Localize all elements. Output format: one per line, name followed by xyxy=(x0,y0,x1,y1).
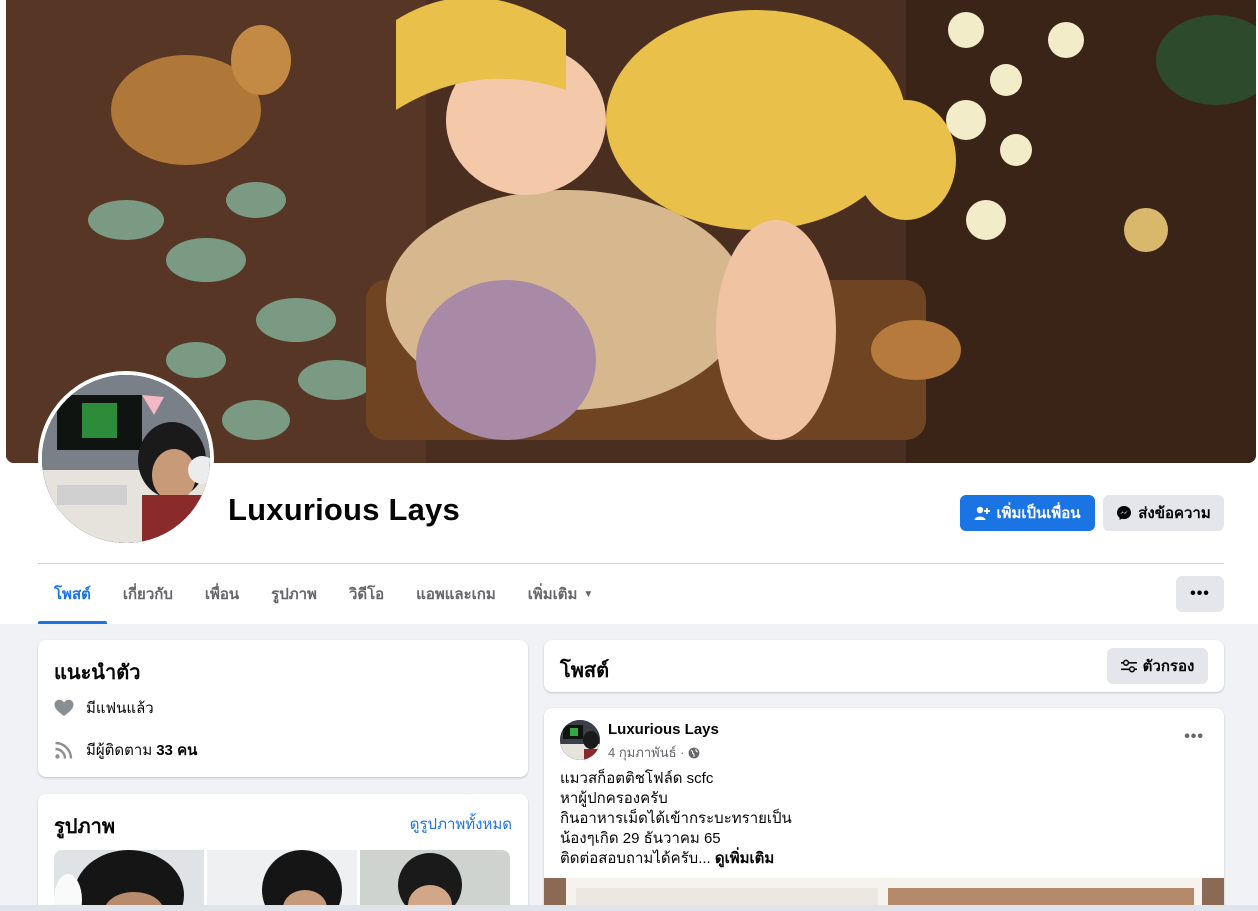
filter-button[interactable]: ตัวกรอง xyxy=(1107,648,1208,684)
cover-photo-art xyxy=(6,0,1256,463)
filter-label: ตัวกรอง xyxy=(1142,658,1195,675)
more-options-button[interactable]: ••• xyxy=(1176,576,1224,612)
followers-prefix: มีผู้ติดตาม xyxy=(86,742,153,759)
post-line: แมวสก็อตติชโฟล์ด scfc xyxy=(560,770,714,787)
posts-header-card: โพสต์ ตัวกรอง xyxy=(544,640,1224,692)
tab-label: เกี่ยวกับ xyxy=(122,586,173,603)
tab-label: รูปภาพ xyxy=(271,586,317,603)
profile-name: Luxurious Lays xyxy=(228,492,460,527)
tab-label: เพื่อน xyxy=(204,586,240,603)
photos-card: รูปภาพ ดูรูปภาพทั้งหมด xyxy=(38,794,528,911)
tab-posts[interactable]: โพสต์ xyxy=(38,564,107,624)
see-more-link[interactable]: ดูเพิ่มเติม xyxy=(715,850,774,867)
globe-icon xyxy=(688,747,700,759)
tab-friends[interactable]: เพื่อน xyxy=(189,564,255,624)
post-card: Luxurious Lays 4 กุมภาพันธ์ · ••• แมวสก็… xyxy=(544,708,1224,911)
photo-thumbnail[interactable] xyxy=(207,850,357,911)
profile-avatar[interactable] xyxy=(38,371,214,547)
more-dots-icon: ••• xyxy=(1190,585,1210,602)
add-friend-label: เพิ่มเป็นเพื่อน xyxy=(996,505,1081,522)
tab-label: โพสต์ xyxy=(54,586,91,603)
post-line: กินอาหารเม็ดได้เข้ากระบะทรายเป็น xyxy=(560,810,792,827)
post-meta: 4 กุมภาพันธ์ · xyxy=(608,742,700,763)
filter-icon xyxy=(1120,659,1137,673)
relationship-status: มีแฟนแล้ว xyxy=(86,700,154,717)
bottom-edge xyxy=(0,905,1258,911)
caret-down-icon: ▼ xyxy=(583,588,594,600)
cover-photo[interactable] xyxy=(6,0,1256,463)
intro-card: แนะนำตัว มีแฟนแล้ว มีผู้ติดตาม 33 คน xyxy=(38,640,528,777)
post-text: แมวสก็อตติชโฟล์ด scfc หาผู้ปกครองครับ กิ… xyxy=(560,769,792,869)
post-line: ติดต่อสอบถามได้ครับ... xyxy=(560,850,711,867)
post-author-name[interactable]: Luxurious Lays xyxy=(608,721,719,738)
heart-icon xyxy=(54,698,74,718)
add-friend-button[interactable]: เพิ่มเป็นเพื่อน xyxy=(960,495,1095,531)
profile-tabs: โพสต์ เกี่ยวกับ เพื่อน รูปภาพ วิดีโอ แอพ… xyxy=(38,564,609,624)
tab-more[interactable]: เพิ่มเติม ▼ xyxy=(512,564,610,624)
tab-about[interactable]: เกี่ยวกับ xyxy=(107,564,189,624)
intro-title: แนะนำตัว xyxy=(54,662,141,684)
post-author-avatar[interactable] xyxy=(560,720,600,760)
more-dots-icon: ••• xyxy=(1184,728,1204,745)
message-button[interactable]: ส่งข้อความ xyxy=(1103,495,1224,531)
tab-label: วิดีโอ xyxy=(348,586,385,603)
post-options-button[interactable]: ••• xyxy=(1184,728,1204,746)
rss-icon xyxy=(54,740,74,760)
photo-thumbnail[interactable] xyxy=(360,850,510,911)
post-date[interactable]: 4 กุมภาพันธ์ · xyxy=(608,742,684,763)
posts-title: โพสต์ xyxy=(560,660,610,682)
add-friend-icon xyxy=(974,505,991,521)
messenger-icon xyxy=(1116,505,1132,521)
post-line: น้องๆเกิด 29 ธันวาคม 65 xyxy=(560,830,721,847)
message-label: ส่งข้อความ xyxy=(1138,505,1211,522)
see-all-photos-link[interactable]: ดูรูปภาพทั้งหมด xyxy=(410,812,512,836)
photo-thumbnail[interactable] xyxy=(54,850,204,911)
tab-photos[interactable]: รูปภาพ xyxy=(255,564,333,624)
tab-label: เพิ่มเติม xyxy=(527,586,578,603)
tab-label: แอพและเกม xyxy=(416,586,496,603)
followers-count: 33 คน xyxy=(156,742,198,759)
tab-apps-games[interactable]: แอพและเกม xyxy=(400,564,512,624)
post-line: หาผู้ปกครองครับ xyxy=(560,790,668,807)
avatar-photo xyxy=(42,375,210,543)
post-line-last: ติดต่อสอบถามได้ครับ... ดูเพิ่มเติม xyxy=(560,849,792,869)
followers-row[interactable]: มีผู้ติดตาม 33 คน xyxy=(54,738,197,762)
relationship-row: มีแฟนแล้ว xyxy=(54,696,154,720)
photos-title: รูปภาพ xyxy=(54,816,116,838)
tab-videos[interactable]: วิดีโอ xyxy=(333,564,400,624)
